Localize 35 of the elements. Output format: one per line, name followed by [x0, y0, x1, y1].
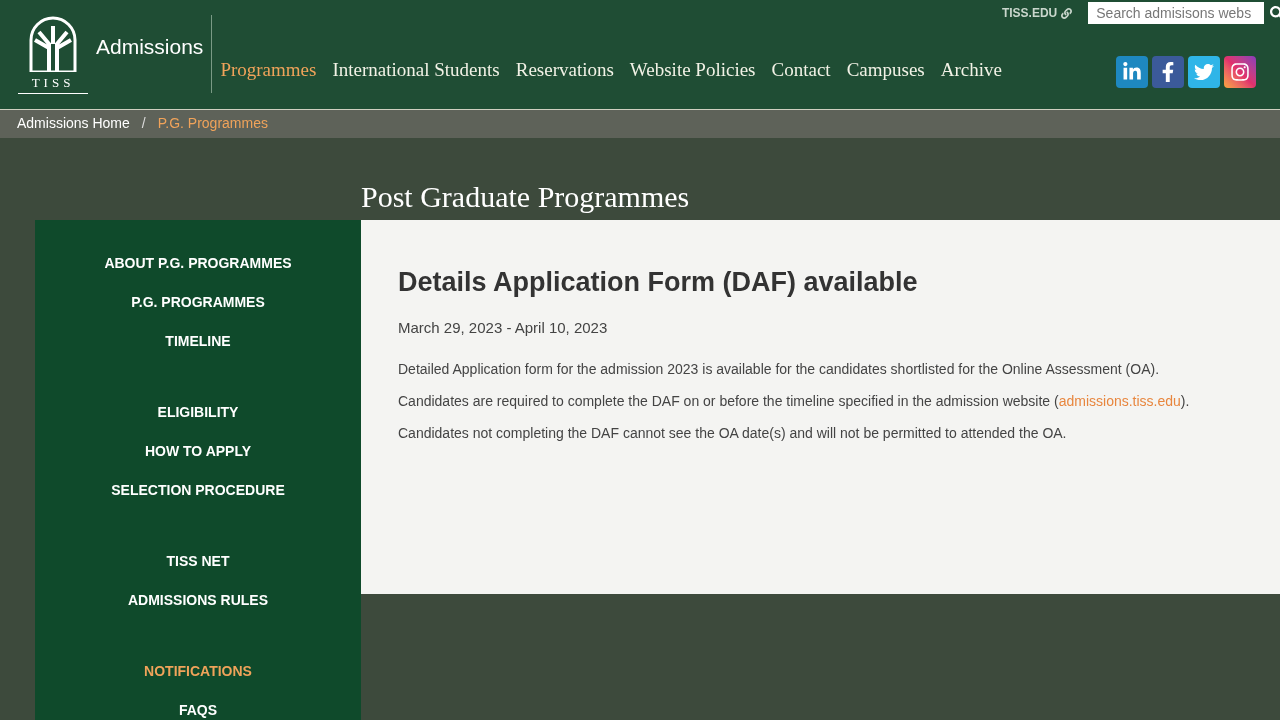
nav-link[interactable]: Programmes: [220, 56, 317, 85]
site-title[interactable]: Admissions: [96, 31, 204, 63]
sidebar-link[interactable]: TISS NET: [166, 542, 230, 581]
breadcrumb-link[interactable]: Admissions Home: [17, 113, 130, 135]
notice-text: Candidates are required to complete the DAF on or before the timeline specified in the admission website (admissions.tiss.edu).: [398, 392, 1191, 411]
logo-text: TISS: [31, 76, 75, 89]
notice-text: Detailed Application form for the admission 2023 is available for the candidates shortlisted for the Online Assessment (OA).: [398, 360, 1161, 379]
twitter-logo-icon[interactable]: [1188, 56, 1221, 88]
nav-link[interactable]: Campuses: [846, 56, 925, 85]
page-title: Post Graduate Programmes: [361, 179, 691, 215]
search-field[interactable]: Search admisisons webs: [1088, 2, 1265, 24]
external-link[interactable]: TISS.EDU: [1001, 4, 1058, 22]
nav-link[interactable]: Website Policies: [629, 56, 756, 85]
nav-link[interactable]: Archive: [940, 56, 1002, 85]
linkedin-logo-icon[interactable]: [1116, 56, 1149, 88]
notice-text: Candidates not completing the DAF cannot see the OA date(s) and will not be permitted to attended the OA.: [398, 424, 1068, 443]
sidebar-link[interactable]: TIMELINE: [165, 322, 231, 361]
facebook-logo-icon[interactable]: [1152, 56, 1185, 88]
link-icon: [1061, 7, 1073, 19]
sidebar-link[interactable]: P.G. PROGRAMMES: [131, 283, 265, 322]
nav-link[interactable]: Reservations: [515, 56, 614, 85]
sidebar-link[interactable]: SELECTION PROCEDURE: [111, 471, 285, 510]
sidebar-link[interactable]: HOW TO APPLY: [144, 432, 252, 471]
sidebar-link[interactable]: FAQS: [178, 691, 218, 720]
breadcrumb-separator: /: [141, 114, 146, 134]
sidebar-link[interactable]: ELIGIBILITY: [157, 393, 239, 432]
notice-title: Details Application Form (DAF) available: [398, 266, 919, 299]
sidebar-link[interactable]: NOTIFICATIONS: [144, 652, 252, 691]
notice-date: March 29, 2023 - April 10, 2023: [398, 317, 609, 338]
nav-link[interactable]: International Students: [332, 56, 500, 85]
nav-link[interactable]: Contact: [771, 56, 831, 85]
search-icon[interactable]: [1270, 6, 1280, 20]
instagram-logo-icon[interactable]: [1224, 56, 1257, 88]
sidebar-link[interactable]: ADMISSIONS RULES: [128, 581, 268, 620]
sidebar-link[interactable]: ABOUT P.G. PROGRAMMES: [104, 244, 292, 283]
